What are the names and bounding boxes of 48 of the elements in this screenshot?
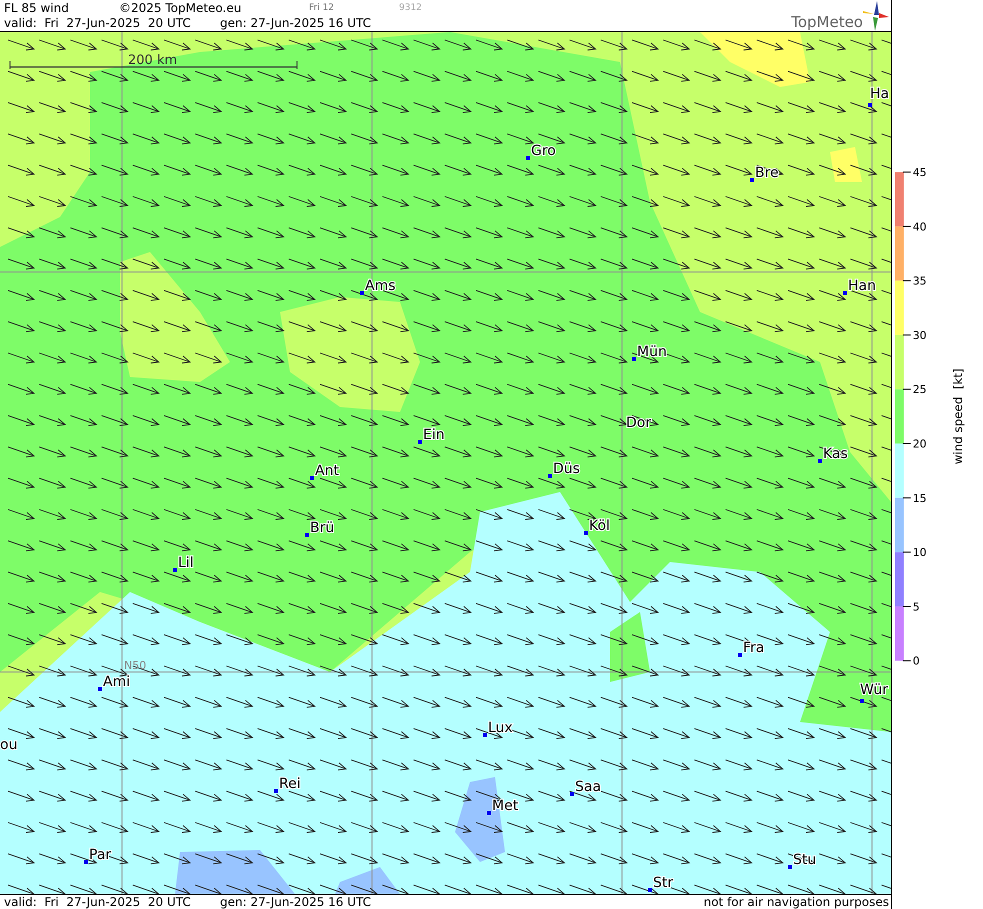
city-label: Par [89,847,112,863]
city-label: Rei [279,776,301,792]
valid-time: valid: Fri 27-Jun-2025 20 UTC [4,16,192,30]
city-label: Han [848,278,876,294]
latitude-label: N50 [124,659,146,672]
city-label: Brü [310,520,334,536]
tick-label: 25 [912,383,927,396]
disclaimer-text: not for air navigation purposes [704,895,890,909]
generated-time: gen: 27-Jun-2025 16 UTC [220,16,372,30]
city-label: Lil [178,555,194,571]
city-label: ou [0,737,18,753]
city-label: Dor [626,415,652,431]
city-label: Met [492,798,518,814]
city-label: Fra [743,640,764,656]
legend-title: wind speed [kt] [951,368,966,464]
day-code-text: Fri 12 [309,2,336,12]
city-label: Wür [860,682,888,698]
city-label: Saa [575,779,602,795]
city-label: Düs [553,461,580,477]
tick-label: 45 [912,166,927,180]
wind-speed-area [830,147,862,182]
generated-time: gen: 27-Jun-2025 16 UTC [220,895,372,909]
city-label: Ant [315,463,339,479]
city-label: Ami [103,674,130,690]
city-label: Str [653,875,674,891]
valid-time: valid: Fri 27-Jun-2025 20 UTC [4,895,192,909]
copyright-text: ©2025 TopMeteo.eu [119,0,242,14]
tick-label: 10 [912,546,927,560]
city-label: Mün [637,344,667,360]
city-label: Ams [365,278,396,294]
tick-label: 5 [912,600,920,614]
tick-label: 0 [912,654,920,668]
city-label: Gro [531,143,556,159]
compass-star-icon [863,1,889,31]
tick-label: 40 [912,220,927,234]
city-label: Lux [488,720,513,736]
map-title: FL 85 wind [4,0,70,14]
tick-label: 35 [912,274,927,288]
city-label: Bre [755,165,779,181]
city-label: Köl [589,518,610,534]
tick-label: 20 [912,438,927,451]
tick-label: 15 [912,492,927,505]
scale-label: 200 km [128,53,178,68]
city-label: Ha [870,86,890,102]
code-text: 9312 [399,2,422,12]
tick-label: 30 [912,328,927,342]
city-label: Ein [423,427,445,443]
logo-text: TopMeteo [791,15,863,31]
